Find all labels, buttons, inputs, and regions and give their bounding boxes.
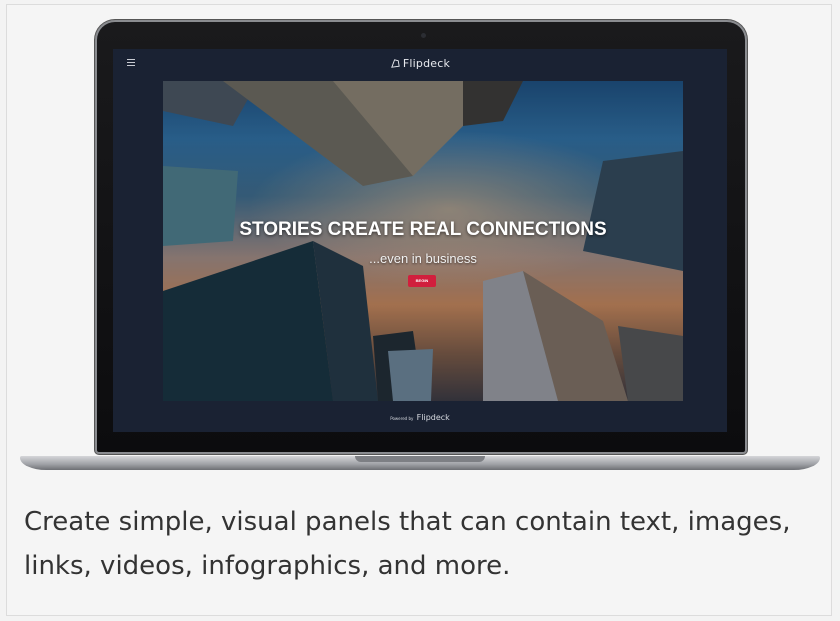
skyline-illustration bbox=[163, 81, 683, 401]
brand-logo[interactable]: Flipdeck bbox=[113, 57, 727, 72]
camera-dot bbox=[421, 33, 426, 38]
flipdeck-logo-icon bbox=[390, 58, 401, 72]
hero-image: STORIES CREATE REAL CONNECTIONS ...even … bbox=[163, 81, 683, 401]
laptop-screen: Flipdeck STORIES CREATE REAL CONNECTIONS… bbox=[113, 49, 727, 432]
powered-by-footer[interactable]: Powered by Flipdeck bbox=[113, 413, 727, 422]
caption-text: Create simple, visual panels that can co… bbox=[24, 507, 791, 581]
laptop-notch bbox=[355, 456, 485, 462]
begin-button[interactable]: BEGIN bbox=[408, 275, 436, 287]
hero-title: STORIES CREATE REAL CONNECTIONS bbox=[239, 219, 607, 240]
app-top-bar: Flipdeck bbox=[113, 49, 727, 79]
hero-subtitle: ...even in business bbox=[369, 251, 477, 266]
footer-brand: Flipdeck bbox=[416, 413, 450, 422]
powered-by-label: Powered by bbox=[390, 416, 414, 421]
brand-name: Flipdeck bbox=[402, 57, 451, 70]
